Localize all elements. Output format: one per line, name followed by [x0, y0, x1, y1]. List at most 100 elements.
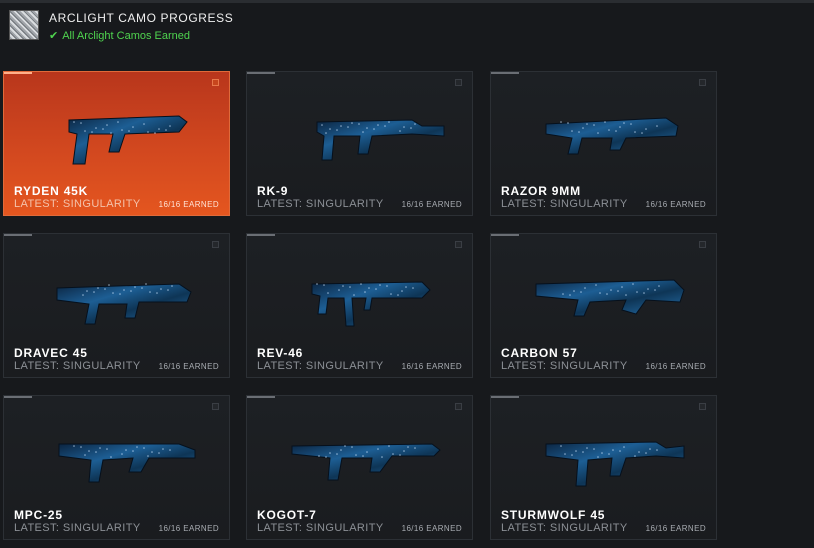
weapon-card-razor-9mm[interactable]: RAZOR 9MM LATEST: SINGULARITY 16/16 EARN… — [490, 71, 717, 216]
page-title: ARCLIGHT CAMO PROGRESS — [49, 11, 234, 25]
earned-count: 16/16 EARNED — [401, 200, 462, 209]
camo-speckle — [117, 121, 119, 123]
card-accent — [4, 72, 32, 74]
camo-speckle — [573, 290, 575, 292]
weapon-card-ryden-45k[interactable]: RYDEN 45K LATEST: SINGULARITY 16/16 EARN… — [3, 71, 230, 216]
camo-speckle — [108, 284, 110, 286]
latest-camo: LATEST: SINGULARITY — [501, 198, 628, 210]
camo-speckle — [147, 131, 149, 133]
smg-silhouette — [545, 441, 685, 487]
camo-speckle — [336, 129, 338, 131]
camo-speckle — [347, 126, 349, 128]
weapon-card-carbon-57[interactable]: CARBON 57 LATEST: SINGULARITY 16/16 EARN… — [490, 233, 717, 378]
camo-speckle — [560, 121, 562, 123]
weapon-card-sturmwolf-45[interactable]: STURMWOLF 45 LATEST: SINGULARITY 16/16 E… — [490, 395, 717, 540]
camo-speckle — [73, 445, 75, 447]
card-corner-icon — [212, 241, 219, 248]
camo-speckle — [384, 125, 386, 127]
camo-speckle — [145, 283, 147, 285]
camo-speckle — [601, 452, 603, 454]
camo-speckle — [351, 446, 353, 448]
camo-speckle — [621, 286, 623, 288]
earned-count: 16/16 EARNED — [158, 362, 219, 371]
camo-speckle — [414, 123, 416, 125]
smg-silhouette — [68, 115, 188, 165]
camo-speckle — [80, 446, 82, 448]
camo-speckle — [619, 126, 621, 128]
camo-speckle — [82, 294, 84, 296]
camo-speckle — [171, 285, 173, 287]
earned-count: 16/16 EARNED — [645, 200, 706, 209]
camo-speckle — [149, 291, 151, 293]
camo-speckle — [381, 456, 383, 458]
camo-speckle — [392, 453, 394, 455]
camo-speckle — [636, 291, 638, 293]
weapon-name: DRAVEC 45 — [14, 346, 88, 360]
camo-speckle — [586, 123, 588, 125]
camo-speckle — [80, 122, 82, 124]
camo-speckle — [110, 132, 112, 134]
camo-speckle — [414, 447, 416, 449]
camo-speckle — [656, 449, 658, 451]
camo-speckle — [638, 451, 640, 453]
camo-speckle — [586, 447, 588, 449]
camo-speckle — [147, 455, 149, 457]
camo-speckle — [407, 446, 409, 448]
weapon-card-mpc-25[interactable]: MPC-25 LATEST: SINGULARITY 16/16 EARNED — [3, 395, 230, 540]
smg-icon — [545, 441, 685, 487]
camo-speckle — [316, 283, 318, 285]
camo-speckle — [141, 287, 143, 289]
camo-speckle — [95, 451, 97, 453]
camo-speckle — [390, 293, 392, 295]
camo-speckle — [630, 123, 632, 125]
camo-speckle — [134, 286, 136, 288]
card-accent — [247, 72, 275, 74]
camo-speckle — [167, 289, 169, 291]
camo-speckle — [130, 290, 132, 292]
camo-speckle — [612, 449, 614, 451]
weapon-card-rk-9[interactable]: RK-9 LATEST: SINGULARITY 16/16 EARNED — [246, 71, 473, 216]
check-icon: ✔ — [49, 30, 59, 42]
camo-speckle — [608, 129, 610, 131]
camo-speckle — [584, 287, 586, 289]
camo-speckle — [364, 291, 366, 293]
camo-progress-header: ARCLIGHT CAMO PROGRESS ✔ All Arclight Ca… — [9, 10, 233, 44]
camo-speckle — [656, 125, 658, 127]
camo-speckle — [597, 132, 599, 134]
smg-silhouette — [311, 281, 431, 327]
card-corner-icon — [212, 403, 219, 410]
camo-speckle — [329, 128, 331, 130]
camo-speckle — [73, 121, 75, 123]
camo-speckle — [634, 131, 636, 133]
camo-speckle — [606, 293, 608, 295]
smg-icon — [545, 117, 679, 155]
camo-speckle — [571, 454, 573, 456]
card-corner-icon — [455, 79, 462, 86]
camo-speckle — [608, 453, 610, 455]
camo-speckle — [595, 284, 597, 286]
weapon-name: KOGOT-7 — [257, 508, 317, 522]
camo-speckle — [143, 447, 145, 449]
camo-speckle — [597, 456, 599, 458]
weapon-card-kogot-7[interactable]: KOGOT-7 LATEST: SINGULARITY 16/16 EARNED — [246, 395, 473, 540]
weapon-card-rev-46[interactable]: REV-46 LATEST: SINGULARITY 16/16 EARNED — [246, 233, 473, 378]
card-corner-icon — [455, 403, 462, 410]
camo-speckle — [353, 294, 355, 296]
camo-speckle — [366, 127, 368, 129]
weapon-card-dravec-45[interactable]: DRAVEC 45 LATEST: SINGULARITY 16/16 EARN… — [3, 233, 230, 378]
camo-speckle — [329, 452, 331, 454]
camo-speckle — [643, 292, 645, 294]
camo-speckle — [355, 454, 357, 456]
camo-speckle — [399, 130, 401, 132]
camo-speckle — [106, 124, 108, 126]
camo-speckle — [110, 456, 112, 458]
latest-camo: LATEST: SINGULARITY — [14, 360, 141, 372]
camo-speckle — [578, 131, 580, 133]
camo-speckle — [91, 131, 93, 133]
camo-speckle — [99, 447, 101, 449]
camo-speckle — [342, 285, 344, 287]
camo-speckle — [158, 452, 160, 454]
camo-speckle — [151, 451, 153, 453]
camo-speckle — [619, 450, 621, 452]
camo-speckle — [132, 450, 134, 452]
